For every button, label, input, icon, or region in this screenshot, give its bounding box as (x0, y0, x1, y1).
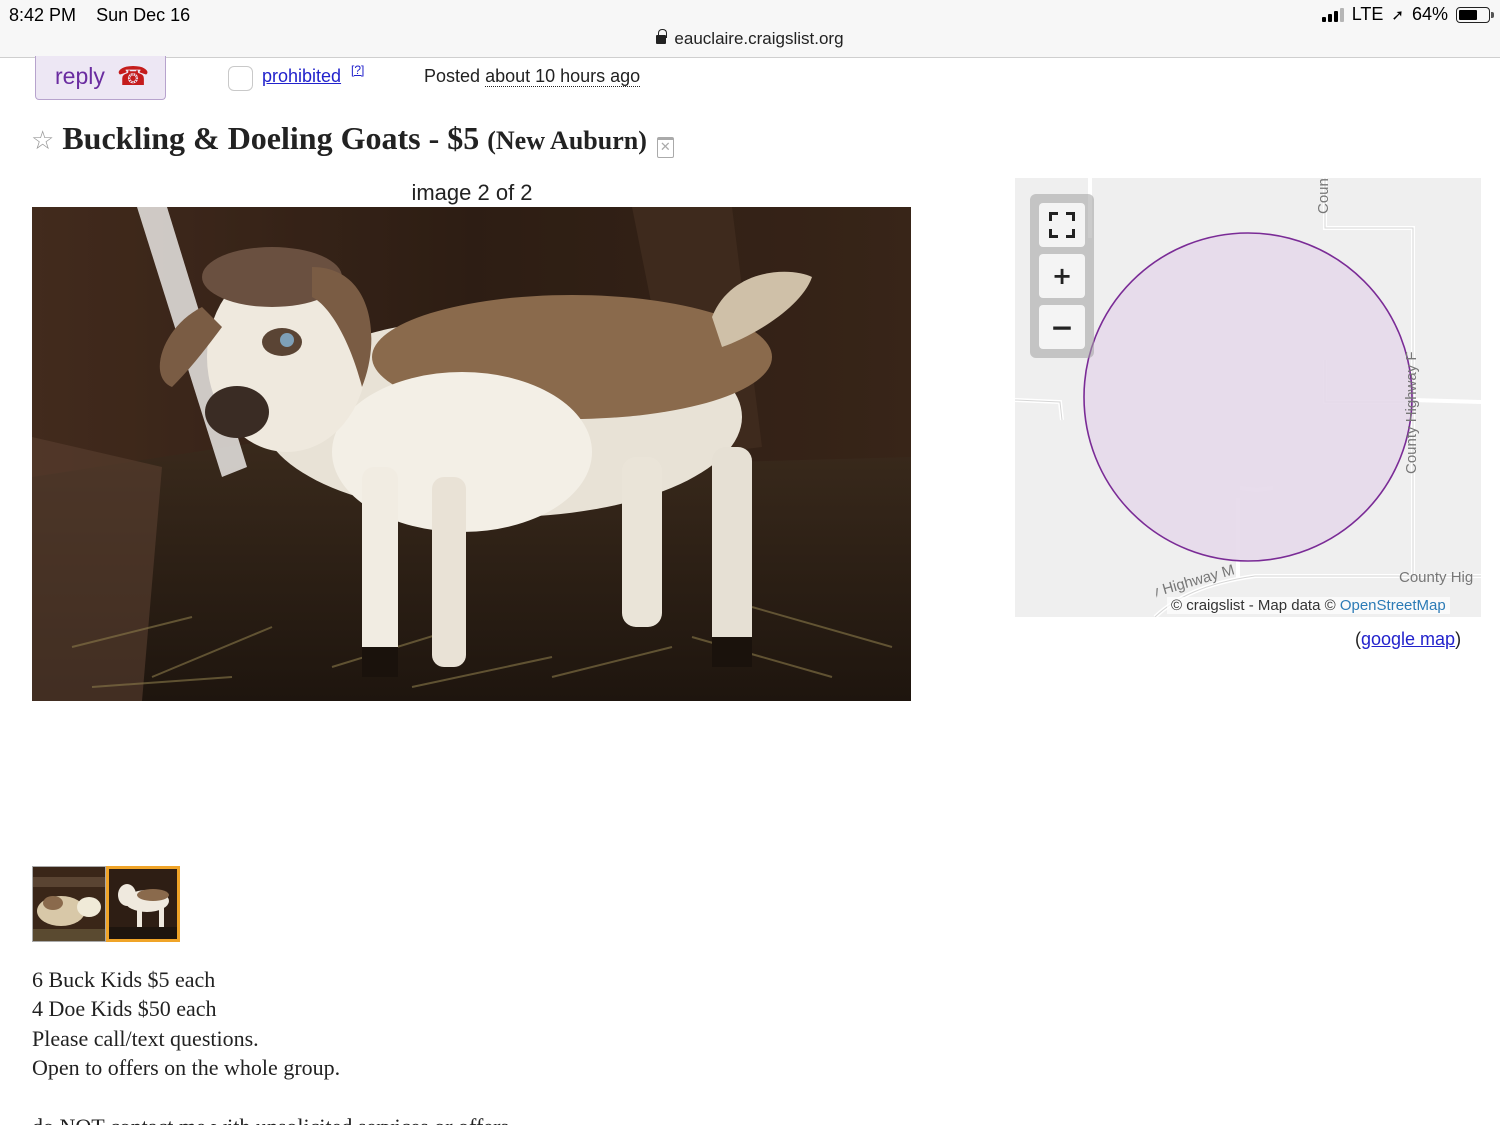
posted-label: Posted (424, 66, 481, 86)
zoom-in-button[interactable]: + (1039, 254, 1085, 298)
map-controls: + − (1030, 194, 1094, 358)
lock-icon (656, 29, 667, 44)
attribution-text: © craigslist - Map data © (1171, 597, 1336, 614)
body-line: Please call/text questions. (32, 1025, 259, 1051)
cellular-signal-icon (1321, 7, 1344, 22)
url-text: eauclaire.craigslist.org (674, 29, 844, 48)
fullscreen-icon (1049, 212, 1075, 238)
plus-icon: + (1051, 262, 1073, 290)
posting-body: 6 Buck Kids $5 each 4 Doe Kids $50 each … (32, 965, 340, 1082)
thumbnail-2-image (109, 869, 177, 939)
title-price: - $5 (428, 120, 480, 156)
hide-trash-icon[interactable]: ✕ (656, 137, 674, 158)
thumbnail-strip (32, 866, 180, 942)
thumbnail-2[interactable] (106, 866, 180, 942)
map-attribution: © craigslist - Map data © OpenStreetMap (1167, 597, 1450, 614)
flag-checkbox[interactable] (228, 66, 253, 91)
network-type: LTE (1351, 4, 1384, 24)
favorite-star-icon[interactable]: ☆ (31, 126, 54, 156)
battery-icon (1456, 6, 1494, 23)
reply-button[interactable]: reply ☎ (35, 56, 166, 100)
body-line: Open to offers on the whole group. (32, 1054, 341, 1080)
reply-label: reply (55, 63, 105, 89)
google-map-link-wrapper: (google map) (1355, 629, 1461, 650)
fullscreen-button[interactable] (1039, 203, 1085, 247)
google-map-link[interactable]: google map (1361, 629, 1455, 649)
posting-title: ☆ Buckling & Doeling Goats - $5 (New Aub… (31, 120, 674, 158)
clock-date: Sun Dec 16 (96, 5, 191, 25)
body-line: 6 Buck Kids $5 each (32, 967, 216, 992)
body-line: 4 Doe Kids $50 each (32, 996, 217, 1022)
title-location: (New Auburn) (487, 126, 647, 155)
zoom-out-button[interactable]: − (1039, 305, 1085, 349)
road-label-county-hig: County Hig (1399, 569, 1474, 586)
posted-ago: about 10 hours ago (485, 66, 641, 87)
minus-icon: − (1050, 310, 1074, 344)
help-link[interactable]: [?] (351, 63, 364, 77)
google-map-paren-close: ) (1455, 629, 1462, 649)
thumbnail-1-image (33, 867, 105, 941)
goat-photo (32, 207, 911, 701)
road-label-highway-f: County Highway F (1403, 351, 1420, 474)
address-bar[interactable]: eauclaire.craigslist.org (0, 29, 1500, 49)
image-counter: image 2 of 2 (411, 180, 533, 205)
location-map[interactable]: + − Coun County Highway F County Highway… (1015, 178, 1481, 617)
road-label-coun: Coun (1315, 178, 1332, 214)
status-bar: 8:42 PM Sun Dec 16 LTE ➚ 64% eauclaire.c… (0, 0, 1500, 58)
location-arrow-icon: ➚ (1391, 5, 1404, 24)
notice-line: do NOT contact me with unsolicited servi… (32, 1114, 509, 1125)
openstreetmap-link[interactable]: OpenStreetMap (1340, 597, 1446, 614)
prohibited-link[interactable]: prohibited (262, 66, 341, 87)
status-time: 8:42 PM Sun Dec 16 (9, 5, 190, 26)
main-photo[interactable] (32, 207, 911, 701)
posted-date: Posted about 10 hours ago (424, 66, 641, 87)
thumbnail-1[interactable] (32, 866, 106, 942)
clock-time: 8:42 PM (9, 5, 77, 25)
battery-percent: 64% (1411, 4, 1448, 24)
title-text: Buckling & Doeling Goats (62, 120, 421, 156)
telephone-icon: ☎ (116, 61, 150, 91)
status-indicators: LTE ➚ 64% (1321, 4, 1494, 25)
